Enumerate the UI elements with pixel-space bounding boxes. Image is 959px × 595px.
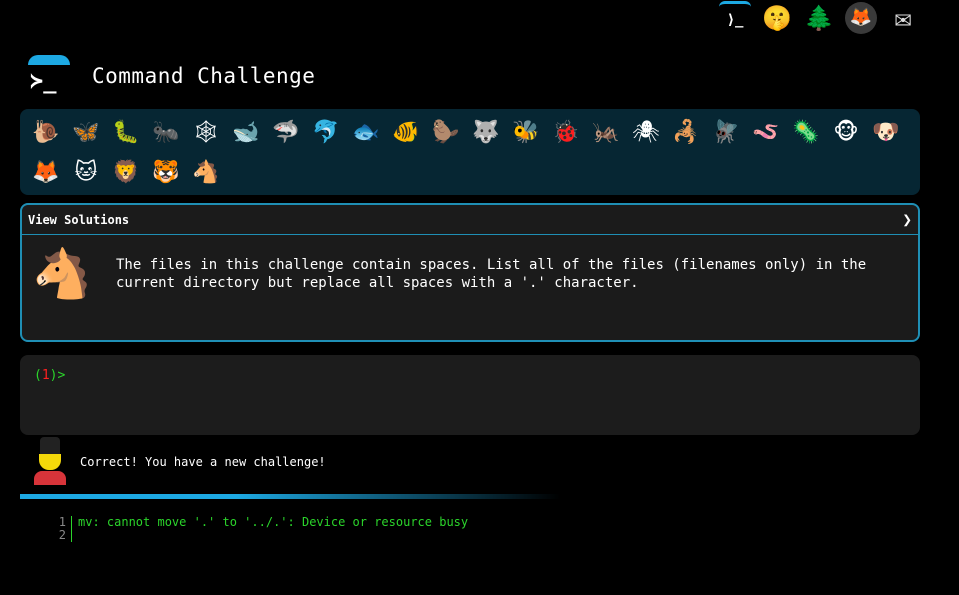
level-icon[interactable]: 🦫	[426, 113, 466, 153]
level-icon[interactable]: 🦊	[26, 153, 66, 193]
level-icon[interactable]: 🦁	[106, 153, 146, 193]
tree-link[interactable]: 🌲	[803, 2, 835, 34]
gitlab-link[interactable]: 🦊	[845, 2, 877, 34]
level-icon[interactable]: 🦗	[586, 113, 626, 153]
page: ⟩_ 🤫 🌲 🦊 ✉ ≻_ Command Challenge 🐌 🦋 🐛 🐜 🕸 🐋 🦈 🐬 🐟 🐠 🦫 🐺…	[0, 0, 959, 595]
level-icon[interactable]: 🐠	[386, 113, 426, 153]
horse-icon: 🐴	[32, 246, 92, 302]
prompt-number: 1	[41, 368, 50, 383]
level-icon[interactable]: 🐜	[146, 113, 186, 153]
mail-link[interactable]: ✉	[887, 2, 919, 34]
guard-icon	[30, 437, 70, 487]
level-icon[interactable]: 🪱	[746, 113, 786, 153]
level-icon[interactable]: 🐛	[106, 113, 146, 153]
shush-face-link[interactable]: 🤫	[761, 2, 793, 34]
level-icon[interactable]: 🐋	[226, 113, 266, 153]
top-nav: ⟩_ 🤫 🌲 🦊 ✉	[719, 0, 919, 36]
terminal-logo-link[interactable]: ⟩_	[719, 0, 751, 36]
output-lines: mv: cannot move '.' to '../.': Device or…	[72, 516, 468, 542]
level-icon[interactable]: 🐞	[546, 113, 586, 153]
level-icon[interactable]: 🐺	[466, 113, 506, 153]
divider-bar	[20, 494, 560, 499]
site-title: Command Challenge	[92, 64, 316, 88]
challenge-body: 🐴 The files in this challenge contain sp…	[22, 235, 918, 312]
terminal-input[interactable]	[73, 367, 898, 384]
command-output: 1 2 mv: cannot move '.' to '../.': Devic…	[58, 516, 468, 542]
level-icon[interactable]: 🐴	[186, 153, 226, 193]
line-number: 2	[58, 528, 66, 542]
guard-body	[34, 471, 66, 485]
output-line: mv: cannot move '.' to '../.': Device or…	[78, 515, 469, 529]
view-solutions-label[interactable]: View Solutions	[28, 213, 129, 227]
challenge-card: View Solutions ❯ 🐴 The files in this cha…	[20, 203, 920, 342]
level-icon[interactable]: 🐟	[346, 113, 386, 153]
level-icon[interactable]: 🐯	[146, 153, 186, 193]
level-icon[interactable]: 🐶	[866, 113, 906, 153]
status-message-area: Correct! You have a new challenge!	[30, 437, 326, 487]
level-icon[interactable]: 🐬	[306, 113, 346, 153]
guard-hat	[40, 437, 60, 455]
level-icon[interactable]: 🦠	[786, 113, 826, 153]
levels-grid: 🐌 🦋 🐛 🐜 🕸 🐋 🦈 🐬 🐟 🐠 🦫 🐺 🐝 🐞 🦗 🕷 🦂 🪰 🪱 🦠 🐵 🐶 🦊 🐱 🦁 🐯 🐴	[20, 109, 920, 195]
terminal[interactable]: (1)>	[20, 355, 920, 435]
level-icon[interactable]: 🐌	[26, 113, 66, 153]
terminal-prompt: (1)>	[34, 368, 65, 383]
level-icon[interactable]: 🐱	[66, 153, 106, 193]
view-solutions-header[interactable]: View Solutions ❯	[22, 205, 918, 235]
status-text: Correct! You have a new challenge!	[80, 455, 326, 469]
guard-face	[39, 454, 61, 470]
level-icon[interactable]: 🦂	[666, 113, 706, 153]
logo-arc	[28, 55, 70, 65]
level-icon[interactable]: 🕸	[186, 113, 226, 153]
challenge-description: The files in this challenge contain spac…	[116, 256, 867, 291]
output-gutter: 1 2	[58, 516, 72, 542]
prompt-open: (	[34, 368, 42, 383]
chevron-right-icon[interactable]: ❯	[902, 210, 912, 229]
prompt-close: )>	[49, 368, 66, 383]
header: ≻_ Command Challenge	[28, 48, 315, 104]
level-icon[interactable]: 🐵	[826, 113, 866, 153]
level-icon[interactable]: 🕷	[626, 113, 666, 153]
level-icon[interactable]: 🦋	[66, 113, 106, 153]
level-icon[interactable]: 🦈	[266, 113, 306, 153]
level-icon[interactable]: 🐝	[506, 113, 546, 153]
level-icon[interactable]: 🪰	[706, 113, 746, 153]
terminal-logo-icon[interactable]: ≻_	[28, 55, 70, 97]
logo-prompt: ≻_	[30, 69, 57, 94]
